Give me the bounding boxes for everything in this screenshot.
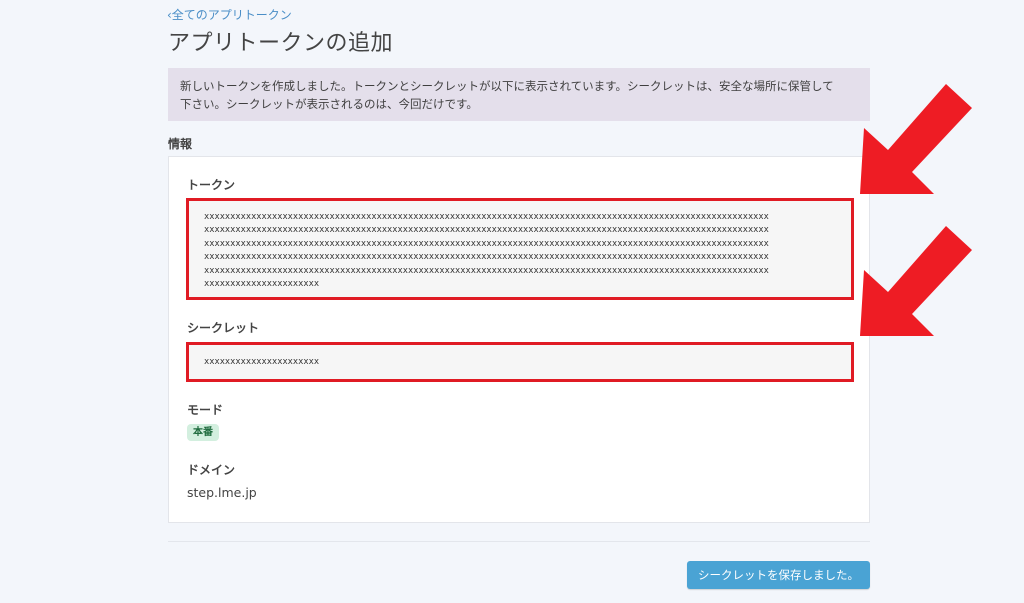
arrow-pointing-down-left-icon <box>860 226 972 336</box>
token-line: xxxxxxxxxxxxxxxxxxxxxxxxxxxxxxxxxxxxxxxx… <box>204 212 769 222</box>
secret-saved-button[interactable]: シークレットを保存しました。 <box>687 561 870 589</box>
secret-value-box[interactable]: xxxxxxxxxxxxxxxxxxxxxx <box>186 342 854 382</box>
token-line: xxxxxxxxxxxxxxxxxxxxxxxxxxxxxxxxxxxxxxxx… <box>204 225 769 236</box>
mode-label: モード <box>187 403 224 417</box>
alert-line-2: 下さい。シークレットが表示されるのは、今回だけです。 <box>180 97 478 111</box>
mode-badge: 本番 <box>187 424 219 441</box>
secret-label: シークレット <box>187 321 260 335</box>
footer-divider <box>168 541 870 542</box>
token-created-alert: 新しいトークンを作成しました。トークンとシークレットが以下に表示されています。シ… <box>168 68 870 121</box>
info-section-label: 情報 <box>168 137 193 151</box>
token-line: xxxxxxxxxxxxxxxxxxxxxxxxxxxxxxxxxxxxxxxx… <box>204 238 769 249</box>
add-app-token-page: ‹全てのアプリトークン アプリトークンの追加 新しいトークンを作成しました。トー… <box>0 0 1024 603</box>
page-title: アプリトークンの追加 <box>168 31 394 56</box>
back-to-all-app-tokens-link[interactable]: ‹全てのアプリトークン <box>167 6 292 23</box>
token-line: xxxxxxxxxxxxxxxxxxxxxxxxxxxxxxxxxxxxxxxx… <box>204 265 769 276</box>
token-line: xxxxxxxxxxxxxxxxxxxxxx <box>204 279 320 290</box>
domain-value: step.lme.jp <box>187 485 257 500</box>
secret-value: xxxxxxxxxxxxxxxxxxxxxx <box>204 357 320 367</box>
token-label: トークン <box>187 178 236 192</box>
alert-line-1: 新しいトークンを作成しました。トークンとシークレットが以下に表示されています。シ… <box>180 79 834 93</box>
token-line: xxxxxxxxxxxxxxxxxxxxxxxxxxxxxxxxxxxxxxxx… <box>204 252 769 263</box>
token-value-box[interactable]: xxxxxxxxxxxxxxxxxxxxxxxxxxxxxxxxxxxxxxxx… <box>186 198 854 300</box>
domain-label: ドメイン <box>187 463 236 477</box>
arrow-pointing-down-left-icon <box>860 84 972 194</box>
